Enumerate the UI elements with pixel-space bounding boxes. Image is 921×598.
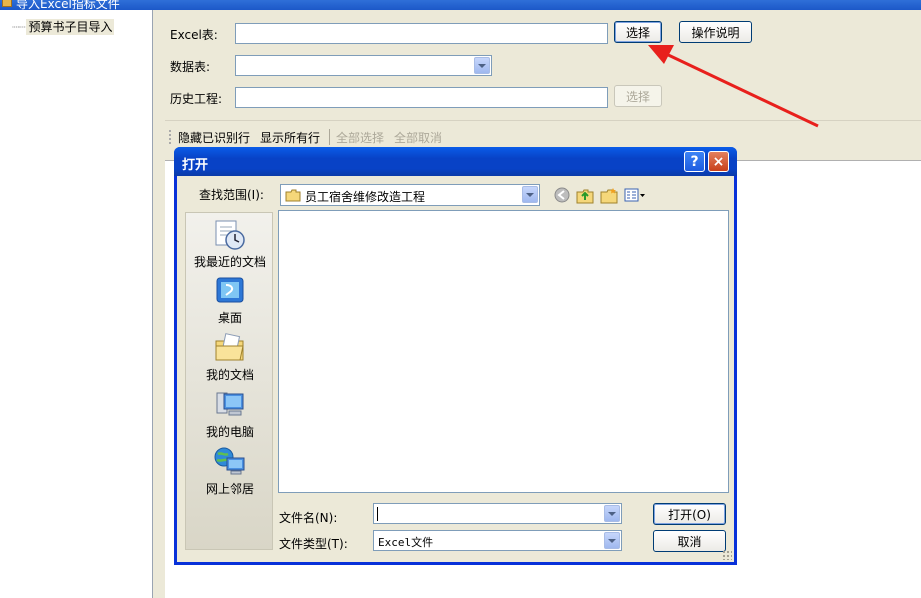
view-menu-icon[interactable] — [624, 187, 646, 203]
history-project-input[interactable] — [235, 87, 608, 108]
place-label: 我的文档 — [205, 368, 254, 382]
place-network[interactable]: 网上邻居 — [186, 446, 274, 497]
toolbar-grip — [169, 130, 171, 144]
chevron-down-icon[interactable] — [604, 532, 620, 549]
place-my-documents[interactable]: 我的文档 — [186, 332, 274, 383]
excel-path-input[interactable] — [235, 23, 608, 44]
my-computer-icon — [216, 392, 244, 416]
open-button[interactable]: 打开(O) — [653, 503, 726, 525]
tree-item-budget-import[interactable]: ┈┈ 预算书子目导入 — [12, 18, 115, 35]
open-file-dialog: 打开 ? × 查找范围(I): 员工宿舍维修改造工程 我最近的文档 桌面 我的文… — [174, 147, 737, 565]
import-tree: ┈┈ 预算书子目导入 — [0, 10, 153, 598]
look-in-select[interactable]: 员工宿舍维修改造工程 — [280, 184, 540, 206]
tree-connector: ┈┈ — [12, 20, 25, 34]
excel-label: Excel表: — [170, 28, 218, 42]
up-folder-icon[interactable] — [576, 187, 594, 204]
app-title-bar: 导入Excel指标文件 — [0, 0, 921, 10]
datasheet-select[interactable] — [235, 55, 492, 76]
chevron-down-icon[interactable] — [604, 505, 620, 522]
datasheet-label: 数据表: — [170, 60, 211, 74]
show-all-rows-button[interactable]: 显示所有行 — [260, 129, 320, 146]
dialog-nav-toolbar — [554, 185, 646, 205]
chevron-down-icon[interactable] — [522, 186, 538, 203]
place-label: 网上邻居 — [205, 482, 254, 496]
text-caret — [377, 507, 378, 521]
place-label: 我的电脑 — [205, 425, 254, 439]
help-icon[interactable]: ? — [684, 151, 705, 172]
places-bar: 我最近的文档 桌面 我的文档 我的电脑 网上邻居 — [185, 212, 273, 550]
dialog-title-bar[interactable]: 打开 ? × — [174, 147, 737, 176]
place-recent-documents[interactable]: 我最近的文档 — [186, 219, 274, 270]
new-folder-icon[interactable] — [600, 187, 618, 204]
cancel-button[interactable]: 取消 — [653, 530, 726, 552]
look-in-label: 查找范围(I): — [199, 188, 264, 202]
filename-label: 文件名(N): — [279, 511, 338, 525]
tree-item-label: 预算书子目导入 — [26, 19, 115, 35]
resize-grip[interactable] — [722, 550, 732, 560]
close-icon[interactable]: × — [708, 151, 729, 172]
select-all-button[interactable]: 全部选择 — [336, 129, 384, 146]
file-list[interactable] — [278, 210, 729, 493]
place-label: 我最近的文档 — [193, 255, 266, 269]
place-desktop[interactable]: 桌面 — [186, 275, 274, 326]
hide-identified-rows-button[interactable]: 隐藏已识别行 — [178, 129, 250, 146]
toolbar-separator — [329, 129, 330, 145]
recent-documents-icon — [215, 220, 245, 250]
deselect-all-button[interactable]: 全部取消 — [394, 129, 442, 146]
look-in-value: 员工宿舍维修改造工程 — [305, 190, 426, 204]
app-title: 导入Excel指标文件 — [16, 0, 120, 10]
annotation-arrow-icon — [648, 45, 819, 128]
filetype-label: 文件类型(T): — [279, 537, 348, 551]
my-documents-icon — [215, 333, 244, 361]
place-label: 桌面 — [217, 311, 242, 325]
place-my-computer[interactable]: 我的电脑 — [186, 389, 274, 440]
app-icon — [2, 0, 12, 7]
folder-icon — [285, 189, 301, 202]
back-icon[interactable] — [554, 187, 570, 203]
filetype-value: Excel文件 — [378, 536, 434, 549]
desktop-icon — [216, 277, 244, 303]
network-places-icon — [214, 447, 245, 475]
history-project-label: 历史工程: — [170, 92, 223, 106]
dialog-title: 打开 — [182, 158, 209, 173]
filetype-select[interactable]: Excel文件 — [373, 530, 622, 551]
chevron-down-icon[interactable] — [474, 57, 490, 74]
filename-input[interactable] — [373, 503, 622, 524]
